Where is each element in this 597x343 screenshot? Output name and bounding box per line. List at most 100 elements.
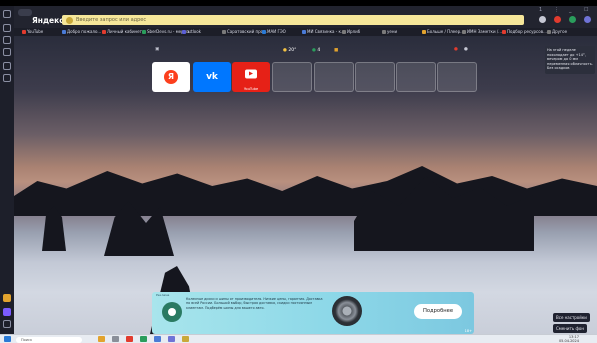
windows-taskbar: Поиск 13:17 05.04.2024 xyxy=(0,334,597,343)
bookmark-label: artlook xyxy=(187,29,201,34)
bookmark-label: Больше / Плеер... xyxy=(427,29,464,34)
bookmark-item[interactable]: Больше / Плеер... xyxy=(422,29,464,35)
bookmark-favicon-icon xyxy=(382,29,386,34)
home-icon[interactable] xyxy=(3,10,11,18)
traffic-widget[interactable]: ● 4 xyxy=(312,48,320,56)
speed-dial-empty[interactable] xyxy=(396,62,436,92)
ad-logo-icon xyxy=(162,302,182,322)
bookmark-label: МИ Связинка - к... xyxy=(307,29,345,34)
notes-icon[interactable] xyxy=(3,62,11,70)
bookmark-favicon-icon xyxy=(102,29,106,34)
bookmark-item[interactable]: Подбор ресурсов... xyxy=(502,29,547,35)
downloads-icon[interactable] xyxy=(584,16,591,23)
speed-dial-youtube[interactable]: YouTube xyxy=(232,62,270,92)
ad-age-mark: 18+ xyxy=(464,329,472,333)
red-circle-icon[interactable]: ● xyxy=(454,47,458,55)
add-widget-icon[interactable]: ● xyxy=(464,47,468,55)
bookmark-favicon-icon xyxy=(62,29,66,34)
bookmark-label: Добро пожало... xyxy=(67,29,102,34)
vk-icon: vk xyxy=(206,72,218,82)
bookmark-item[interactable]: Личный кабинет xyxy=(102,29,142,35)
clock-date: 05.04.2024 xyxy=(558,339,579,343)
app-icon[interactable] xyxy=(168,336,175,342)
maximize-button[interactable]: ☐ xyxy=(584,7,588,13)
more-icon[interactable] xyxy=(3,320,11,328)
menu-icon[interactable]: ⋮ xyxy=(554,7,559,13)
traffic-level: 4 xyxy=(317,48,321,53)
left-sidebar xyxy=(0,6,14,334)
extension-icon[interactable] xyxy=(569,16,576,23)
bookmark-item[interactable]: Другое xyxy=(547,29,567,35)
speed-dial-empty[interactable] xyxy=(437,62,477,92)
alice-icon[interactable] xyxy=(3,308,11,316)
browser-icon[interactable] xyxy=(126,336,133,342)
bookmark-favicon-icon xyxy=(422,29,426,34)
bookmark-item[interactable]: Ирлиб xyxy=(342,29,360,35)
notifications-icon[interactable] xyxy=(554,16,561,23)
bookmark-item[interactable]: Добро пожало... xyxy=(62,29,101,35)
page-icon[interactable]: ▣ xyxy=(155,47,159,55)
speed-dial-yandex[interactable]: Я xyxy=(152,62,190,92)
ad-text: Колесные диски и шины от производителя. … xyxy=(186,297,323,310)
ad-banner[interactable]: Реклама Колесные диски и шины от произво… xyxy=(152,292,474,334)
settings-icon[interactable] xyxy=(3,74,11,82)
bookmark-label: YouTube xyxy=(27,29,44,34)
speed-dial-empty[interactable] xyxy=(355,62,395,92)
bookmark-item[interactable]: уени xyxy=(382,29,397,35)
app-icon[interactable] xyxy=(182,336,189,342)
bookmark-label: Подбор ресурсов... xyxy=(507,29,547,34)
bookmark-label: ИМН Заметки /... xyxy=(467,29,502,34)
profile-icon[interactable] xyxy=(539,16,546,23)
speed-dial-empty[interactable] xyxy=(314,62,354,92)
bookmark-item[interactable]: ИМН Заметки /... xyxy=(462,29,502,35)
taskbar-search[interactable]: Поиск xyxy=(16,336,82,343)
weather-temp: 20° xyxy=(288,48,297,53)
taskview-icon[interactable] xyxy=(112,336,119,342)
taskbar-clock[interactable]: 13:17 05.04.2024 xyxy=(559,335,579,343)
sun-icon: ● xyxy=(283,48,287,53)
browser-toolbar: Яндекс Введите запрос или адрес 1 ⋮ _ ☐ xyxy=(14,6,597,28)
bookmark-favicon-icon xyxy=(547,29,551,34)
explorer-icon[interactable] xyxy=(98,336,105,342)
speed-dial-vk[interactable]: vk xyxy=(193,62,231,92)
mail-widget[interactable]: ■ xyxy=(334,48,338,56)
downloads-icon[interactable] xyxy=(3,48,11,56)
bookmarks-icon[interactable] xyxy=(3,36,11,44)
search-icon xyxy=(66,16,73,24)
app-icon[interactable] xyxy=(140,336,147,342)
youtube-play-icon xyxy=(245,69,257,79)
bookmark-favicon-icon xyxy=(222,29,226,34)
bookmark-item[interactable]: YouTube xyxy=(22,29,43,35)
bookmark-favicon-icon xyxy=(462,29,466,34)
traffic-icon: ● xyxy=(312,48,316,53)
bookmark-label: Личный кабинет xyxy=(107,29,142,34)
bookmark-favicon-icon xyxy=(342,29,346,34)
weather-tooltip: На этой неделе похолодает до +14°, вечер… xyxy=(545,46,595,74)
tab-indicator[interactable] xyxy=(18,9,32,16)
bookmark-label: уени xyxy=(387,29,398,34)
app-icon[interactable] xyxy=(154,336,161,342)
address-bar[interactable]: Введите запрос или адрес xyxy=(62,15,524,25)
weather-widget[interactable]: ● 20° xyxy=(283,48,296,56)
bookmark-favicon-icon xyxy=(22,29,26,34)
history-icon[interactable] xyxy=(3,24,11,32)
bookmark-item[interactable]: МАИ ГЭО xyxy=(262,29,286,35)
app-orange-icon[interactable] xyxy=(3,294,11,302)
mail-icon: ■ xyxy=(334,48,339,53)
speed-dial-empty[interactable] xyxy=(272,62,312,92)
start-icon[interactable] xyxy=(4,336,11,342)
bookmark-label: Саратовский про... xyxy=(227,29,267,34)
change-background-button[interactable]: Сменить фон xyxy=(553,324,587,333)
ad-more-button[interactable]: Подробнее xyxy=(414,304,462,319)
ad-tag: Реклама xyxy=(156,293,170,297)
bookmark-item[interactable]: Саратовский про... xyxy=(222,29,267,35)
yandex-logo[interactable]: Яндекс xyxy=(32,16,64,25)
bookmark-item[interactable]: artlook xyxy=(182,29,201,35)
minimize-button[interactable]: _ xyxy=(569,7,572,13)
bookmark-label: Другое xyxy=(552,29,568,34)
tabs-counter[interactable]: 1 xyxy=(539,7,542,13)
bookmark-favicon-icon xyxy=(262,29,266,34)
all-settings-button[interactable]: Все настройки xyxy=(553,313,590,322)
bookmark-item[interactable]: МИ Связинка - к... xyxy=(302,29,345,35)
speed-dial-label: YouTube xyxy=(243,87,259,91)
